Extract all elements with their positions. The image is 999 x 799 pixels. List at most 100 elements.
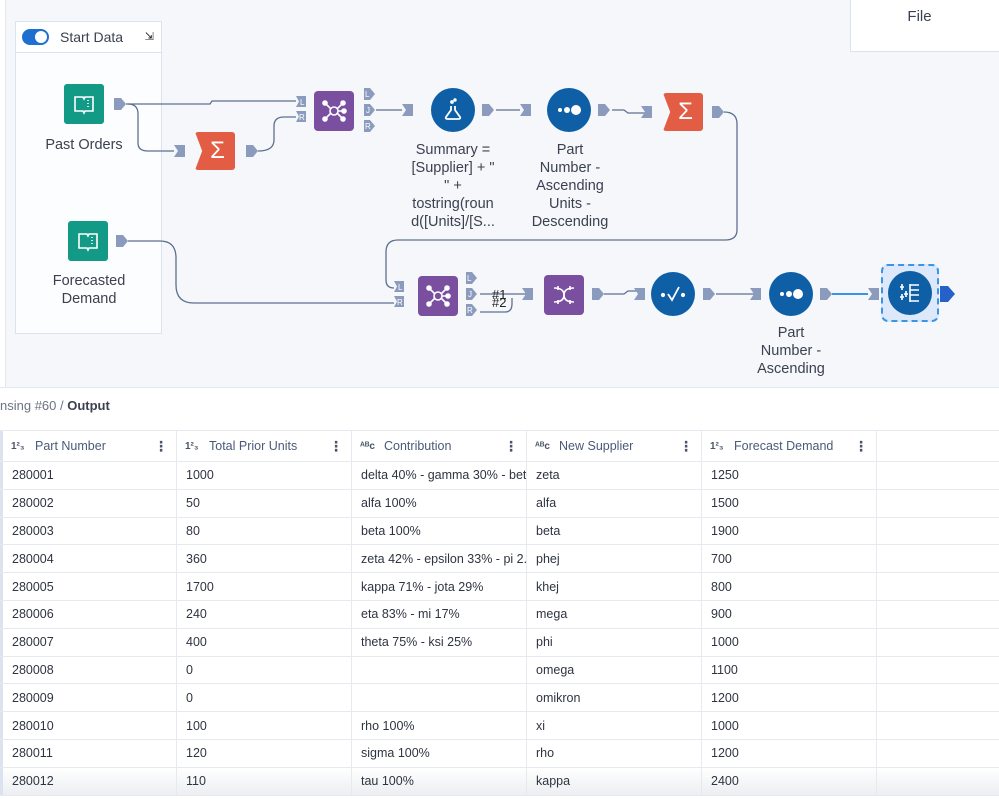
table-cell[interactable]: khej [527,573,702,600]
table-cell[interactable]: 80 [177,517,352,545]
table-cell[interactable]: 280001 [0,462,177,489]
join-node-1[interactable] [314,91,354,131]
table-cell[interactable]: 280006 [0,600,177,628]
table-cell[interactable]: mega [527,600,702,628]
table-cell[interactable]: kappa [527,767,702,795]
table-cell[interactable]: tau 100% [352,767,527,795]
table-cell[interactable]: eta 83% - mi 17% [352,600,527,628]
table-row[interactable]: 280008 0 omega 1100 [0,656,999,685]
sort-node-2[interactable] [769,272,813,316]
table-row[interactable]: 280010 100 rho 100% xi 1000 [0,712,999,740]
column-menu-icon[interactable]: ⋮ [854,438,868,455]
table-cell[interactable]: 900 [702,600,877,628]
table-cell[interactable]: 0 [177,656,352,684]
table-row[interactable]: 280002 50 alfa 100% alfa 1500 [0,489,999,518]
table-cell[interactable] [352,656,527,684]
column-menu-icon[interactable]: ⋮ [329,438,343,455]
table-row[interactable]: 280006 240 eta 83% - mi 17% mega 900 [0,600,999,629]
table-cell[interactable]: 280002 [0,489,177,517]
column-menu-icon[interactable]: ⋮ [154,438,168,455]
sort-node-1[interactable] [547,88,591,132]
table-cell[interactable]: 280011 [0,739,177,767]
column-header-new-supplier[interactable]: ᴬᴮc New Supplier ⋮ [527,431,702,461]
sort-icon [547,88,591,132]
table-cell[interactable]: 280012 [0,767,177,795]
table-cell[interactable]: 1250 [702,462,877,489]
past-orders-input-node[interactable] [64,84,104,124]
column-header-part-number[interactable]: 1²₃ Part Number ⋮ [0,431,177,461]
table-cell[interactable]: 280007 [0,628,177,656]
table-cell[interactable]: 1000 [702,628,877,656]
union-node[interactable] [544,275,584,315]
column-header-total-prior-units[interactable]: 1²₃ Total Prior Units ⋮ [177,431,352,461]
table-cell[interactable]: rho 100% [352,712,527,739]
table-cell[interactable]: phi [527,628,702,656]
table-row[interactable]: 280003 80 beta 100% beta 1900 [0,517,999,546]
table-cell[interactable]: 1000 [177,462,352,489]
table-cell[interactable]: omikron [527,684,702,712]
table-row[interactable]: 280005 1700 kappa 71% - jota 29% khej 800 [0,573,999,601]
join-node-2[interactable] [418,276,458,316]
table-cell[interactable]: 400 [177,628,352,656]
table-cell[interactable] [352,684,527,712]
table-cell[interactable]: 280008 [0,656,177,684]
table-row[interactable]: 280012 110 tau 100% kappa 2400 [0,767,999,796]
table-cell[interactable]: 1700 [177,573,352,600]
table-cell[interactable]: 1500 [702,489,877,517]
browse-node-selection[interactable] [881,264,939,322]
table-row[interactable]: 280011 120 sigma 100% rho 1200 [0,739,999,768]
column-header-forecast-demand[interactable]: 1²₃ Forecast Demand ⋮ [702,431,877,461]
workflow-canvas[interactable]: Negotiation File Start Data ⇲ [0,0,999,388]
table-row[interactable]: 280001 1000 delta 40% - gamma 30% - bet...… [0,462,999,490]
table-cell[interactable]: 800 [702,573,877,600]
table-cell[interactable]: 2400 [702,767,877,795]
results-grid[interactable]: 1²₃ Part Number ⋮ 1²₃ Total Prior Units … [0,430,999,796]
table-cell[interactable]: xi [527,712,702,739]
table-cell[interactable]: kappa 71% - jota 29% [352,573,527,600]
table-row[interactable]: 280007 400 theta 75% - ksi 25% phi 1000 [0,628,999,657]
table-cell[interactable]: 50 [177,489,352,517]
table-row[interactable]: 280009 0 omikron 1200 [0,684,999,713]
table-cell[interactable]: sigma 100% [352,739,527,767]
table-cell[interactable]: 0 [177,684,352,712]
join-icon [314,91,354,131]
table-cell[interactable]: delta 40% - gamma 30% - bet... [352,462,527,489]
column-menu-icon[interactable]: ⋮ [679,438,693,455]
table-cell[interactable]: 240 [177,600,352,628]
table-cell[interactable]: 360 [177,545,352,573]
table-cell[interactable]: 1900 [702,517,877,545]
table-cell[interactable]: 100 [177,712,352,739]
table-cell[interactable]: 700 [702,545,877,573]
breadcrumb-parent[interactable]: nsing #60 / [0,398,67,413]
forecasted-demand-input-node[interactable] [68,221,108,261]
table-cell[interactable]: 280009 [0,684,177,712]
breadcrumb-current: Output [67,398,110,413]
table-cell[interactable]: zeta [527,462,702,489]
formula-node[interactable] [431,88,475,132]
summarize-node-1[interactable]: Σ [195,132,235,170]
table-cell[interactable]: omega [527,656,702,684]
table-cell[interactable]: 280005 [0,573,177,600]
column-header-contribution[interactable]: ᴬᴮc Contribution ⋮ [352,431,527,461]
table-cell[interactable]: 1200 [702,739,877,767]
table-cell[interactable]: 110 [177,767,352,795]
select-node[interactable] [651,272,695,316]
table-cell[interactable]: beta [527,517,702,545]
table-cell[interactable]: 1000 [702,712,877,739]
column-menu-icon[interactable]: ⋮ [504,438,518,455]
table-cell[interactable]: 120 [177,739,352,767]
table-cell[interactable]: 280003 [0,517,177,545]
table-cell[interactable]: beta 100% [352,517,527,545]
summarize-node-2[interactable]: Σ [663,93,703,131]
table-cell[interactable]: phej [527,545,702,573]
table-cell[interactable]: 280010 [0,712,177,739]
table-cell[interactable]: alfa [527,489,702,517]
table-cell[interactable]: alfa 100% [352,489,527,517]
table-cell[interactable]: theta 75% - ksi 25% [352,628,527,656]
table-cell[interactable]: 280004 [0,545,177,573]
table-cell[interactable]: rho [527,739,702,767]
table-cell[interactable]: zeta 42% - epsilon 33% - pi 2... [352,545,527,573]
table-cell[interactable]: 1100 [702,656,877,684]
table-cell[interactable]: 1200 [702,684,877,712]
table-row[interactable]: 280004 360 zeta 42% - epsilon 33% - pi 2..… [0,545,999,574]
